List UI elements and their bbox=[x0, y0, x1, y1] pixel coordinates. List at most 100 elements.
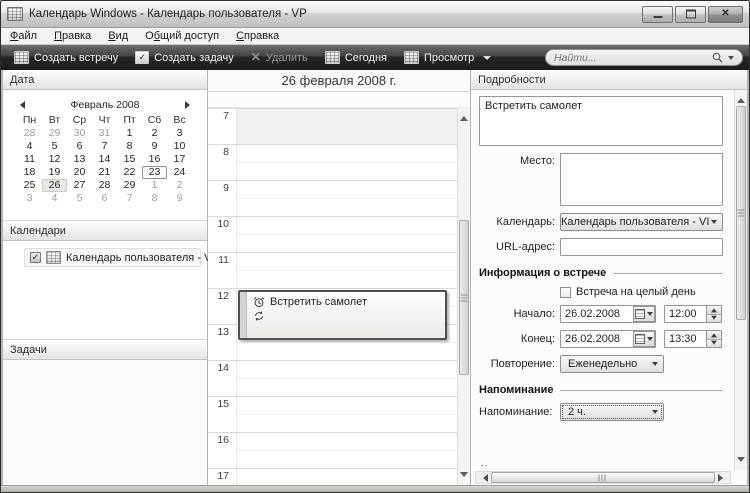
hour-row[interactable]: 15 bbox=[208, 396, 457, 432]
event-title-field[interactable]: Встретить самолет bbox=[479, 96, 723, 146]
mini-calendar-day[interactable]: 15 bbox=[117, 153, 142, 166]
delete-button[interactable]: ✕ Удалить bbox=[244, 50, 315, 66]
calendar-checkbox[interactable]: ✓ bbox=[30, 252, 41, 263]
mini-calendar-day[interactable]: 21 bbox=[92, 166, 117, 179]
mini-calendar-day[interactable]: 2 bbox=[142, 127, 167, 140]
mini-calendar-day[interactable]: 28 bbox=[17, 127, 42, 140]
half-hour-slot[interactable] bbox=[237, 343, 457, 360]
half-hour-slot[interactable] bbox=[237, 415, 457, 432]
mini-calendar-day[interactable]: 29 bbox=[42, 127, 67, 140]
scroll-up-icon[interactable] bbox=[460, 112, 468, 121]
scroll-down-icon[interactable] bbox=[460, 472, 468, 481]
mini-calendar-day[interactable]: 8 bbox=[117, 140, 142, 153]
mini-calendar-day[interactable]: 12 bbox=[42, 153, 67, 166]
mini-calendar-day[interactable]: 4 bbox=[42, 192, 67, 205]
mini-calendar-day[interactable]: 30 bbox=[67, 127, 92, 140]
mini-calendar-day[interactable]: 24 bbox=[167, 166, 192, 179]
hour-row[interactable]: 7 bbox=[208, 108, 457, 144]
half-hour-slot[interactable] bbox=[237, 379, 457, 396]
minimize-button[interactable] bbox=[642, 6, 673, 23]
scroll-right-icon[interactable] bbox=[718, 474, 727, 482]
half-hour-slot[interactable] bbox=[237, 217, 457, 235]
mini-calendar-day[interactable]: 26 bbox=[42, 179, 67, 192]
mini-calendar-day[interactable]: 10 bbox=[167, 140, 192, 153]
mini-calendar-day[interactable]: 6 bbox=[92, 192, 117, 205]
half-hour-slot[interactable] bbox=[237, 235, 457, 252]
half-hour-slot[interactable] bbox=[237, 271, 457, 288]
menu-share[interactable]: Общий доступ bbox=[145, 30, 219, 42]
scrollbar-thumb[interactable] bbox=[736, 106, 746, 320]
reminder-select[interactable]: 2 ч. bbox=[560, 403, 664, 421]
tasks-list[interactable] bbox=[3, 360, 207, 485]
location-field[interactable] bbox=[560, 153, 723, 206]
mini-calendar-day[interactable]: 25 bbox=[17, 179, 42, 192]
mini-calendar-day[interactable]: 16 bbox=[142, 153, 167, 166]
start-date-dropdown[interactable] bbox=[633, 306, 655, 322]
half-hour-slot[interactable] bbox=[237, 181, 457, 199]
details-horizontal-scrollbar[interactable] bbox=[475, 471, 731, 484]
menu-help[interactable]: Справка bbox=[236, 30, 279, 42]
mini-calendar-day[interactable]: 3 bbox=[17, 192, 42, 205]
mini-calendar-day[interactable]: 29 bbox=[117, 179, 142, 192]
half-hour-slot[interactable] bbox=[237, 199, 457, 216]
hour-row[interactable]: 14 bbox=[208, 360, 457, 396]
mini-calendar-day[interactable]: 9 bbox=[167, 192, 192, 205]
title-bar[interactable]: Календарь Windows - Календарь пользовате… bbox=[1, 1, 749, 28]
mini-calendar-day[interactable]: 2 bbox=[167, 179, 192, 192]
half-hour-slot[interactable] bbox=[237, 361, 457, 379]
mini-calendar-day[interactable]: 1 bbox=[142, 179, 167, 192]
half-hour-slot[interactable] bbox=[237, 127, 457, 144]
mini-calendar-day[interactable]: 28 bbox=[92, 179, 117, 192]
half-hour-slot[interactable] bbox=[237, 163, 457, 180]
calendar-event[interactable]: Встретить самолет bbox=[238, 290, 447, 340]
hour-row[interactable]: 11 bbox=[208, 252, 457, 288]
calendar-select[interactable]: Календарь пользователя - VI bbox=[560, 213, 723, 231]
hour-row[interactable]: 8 bbox=[208, 144, 457, 180]
mini-calendar-day[interactable]: 8 bbox=[142, 192, 167, 205]
scrollbar-thumb[interactable] bbox=[459, 220, 469, 375]
mini-calendar-day[interactable]: 11 bbox=[17, 153, 42, 166]
hour-row[interactable]: 17 bbox=[208, 468, 457, 485]
menu-edit[interactable]: Правка bbox=[54, 30, 91, 42]
mini-calendar-day[interactable]: 5 bbox=[42, 140, 67, 153]
hour-row[interactable]: 16 bbox=[208, 432, 457, 468]
menu-file[interactable]: Файл bbox=[10, 30, 37, 42]
mini-calendar-day[interactable]: 7 bbox=[117, 192, 142, 205]
hour-row[interactable]: 9 bbox=[208, 180, 457, 216]
url-field[interactable] bbox=[560, 238, 723, 256]
new-task-button[interactable]: ✓ Создать задачу bbox=[128, 49, 241, 66]
scroll-down-icon[interactable] bbox=[737, 457, 745, 466]
new-appointment-button[interactable]: Создать встречу bbox=[7, 49, 125, 66]
search-options-icon[interactable] bbox=[728, 56, 734, 60]
end-date-picker[interactable]: 26.02.2008 bbox=[560, 330, 656, 348]
mini-calendar-day[interactable]: 1 bbox=[117, 127, 142, 140]
mini-calendar-day[interactable]: 27 bbox=[67, 179, 92, 192]
day-view-scrollbar[interactable] bbox=[457, 108, 470, 485]
today-button[interactable]: Сегодня bbox=[318, 49, 394, 66]
end-time-spinner[interactable]: 13:30 bbox=[664, 330, 722, 348]
start-date-picker[interactable]: 26.02.2008 bbox=[560, 305, 656, 323]
mini-calendar-day[interactable]: 17 bbox=[167, 153, 192, 166]
search-box[interactable] bbox=[545, 49, 743, 66]
spin-down-button[interactable] bbox=[707, 315, 721, 323]
view-button[interactable]: Просмотр bbox=[397, 49, 498, 66]
hour-row[interactable]: 10 bbox=[208, 216, 457, 252]
spin-down-button[interactable] bbox=[707, 340, 721, 348]
all-day-checkbox[interactable] bbox=[560, 287, 571, 298]
mini-calendar-day[interactable]: 18 bbox=[17, 166, 42, 179]
mini-calendar-day[interactable]: 13 bbox=[67, 153, 92, 166]
scrollbar-thumb[interactable] bbox=[491, 472, 715, 483]
start-time-spinner[interactable]: 12:00 bbox=[664, 305, 722, 323]
spin-up-button[interactable] bbox=[707, 331, 721, 340]
mini-calendar-day[interactable]: 23 bbox=[142, 166, 167, 179]
half-hour-slot[interactable] bbox=[237, 451, 457, 468]
mini-calendar-day[interactable]: 31 bbox=[92, 127, 117, 140]
mini-calendar-day[interactable]: 7 bbox=[92, 140, 117, 153]
mini-calendar-day[interactable]: 19 bbox=[42, 166, 67, 179]
all-day-strip[interactable] bbox=[208, 92, 470, 108]
next-month-icon[interactable] bbox=[185, 101, 190, 109]
scroll-up-icon[interactable] bbox=[737, 94, 745, 103]
scroll-left-icon[interactable] bbox=[479, 474, 488, 482]
mini-calendar-day[interactable]: 5 bbox=[67, 192, 92, 205]
mini-calendar-day[interactable]: 20 bbox=[67, 166, 92, 179]
